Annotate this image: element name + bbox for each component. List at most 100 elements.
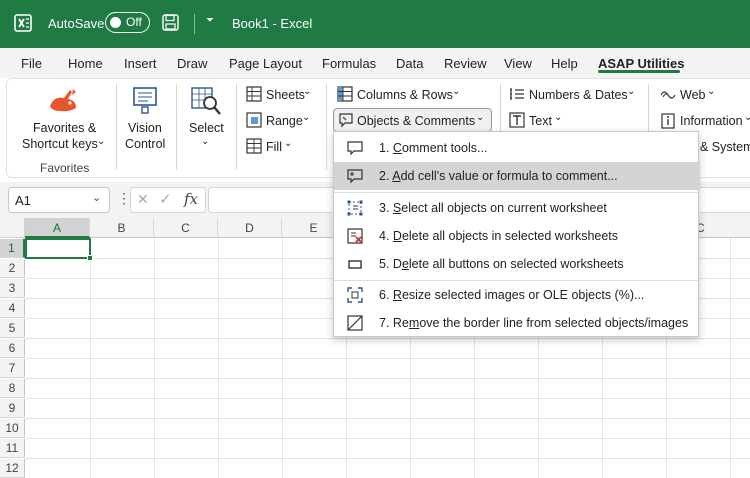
text-chevron-icon[interactable]: ⌄ — [554, 112, 562, 123]
menu-item-resize-images[interactable]: 6. Resize selected images or OLE objects… — [334, 281, 700, 309]
information-icon — [661, 113, 675, 129]
tab-review[interactable]: Review — [444, 56, 487, 71]
fill-chevron-icon[interactable]: ⌄ — [284, 138, 292, 149]
menu-item-remove-border-line[interactable]: 7. Remove the border line from selected … — [334, 309, 700, 337]
active-cell-a1[interactable] — [25, 238, 91, 259]
tab-file[interactable]: File — [21, 56, 42, 71]
column-header[interactable]: D — [218, 218, 282, 238]
ribbon-divider — [116, 84, 117, 170]
row-header[interactable]: 7 — [0, 359, 25, 378]
numbers-dates-button[interactable]: Numbers & Dates — [529, 88, 628, 102]
grid-line — [25, 398, 750, 399]
row-header[interactable]: 2 — [0, 259, 25, 278]
column-header[interactable]: A — [25, 218, 90, 238]
vision-control-label-line1[interactable]: Vision — [128, 121, 162, 135]
numbers-dates-icon — [510, 88, 524, 100]
select-chevron-icon[interactable]: ⌄ — [201, 136, 209, 147]
menu-item-label: 7. Remove the border line from selected … — [379, 316, 689, 330]
tab-help[interactable]: Help — [551, 56, 578, 71]
row-header[interactable]: 5 — [0, 319, 25, 338]
name-box-value: A1 — [15, 193, 31, 208]
vision-control-icon — [133, 87, 157, 114]
menu-separator — [334, 192, 700, 193]
row-header[interactable]: 10 — [0, 419, 25, 438]
favorites-chevron-icon[interactable]: ⌄ — [97, 136, 105, 147]
favorites-label-line2[interactable]: Shortcut keys — [22, 137, 98, 151]
information-chevron-icon[interactable]: ⌄ — [744, 112, 750, 123]
numbers-dates-chevron-icon[interactable]: ⌄ — [627, 86, 635, 97]
row-header[interactable]: 11 — [0, 439, 25, 458]
sheets-icon — [246, 86, 262, 102]
menu-item-delete-all-objects[interactable]: 4. Delete all objects in selected worksh… — [334, 222, 700, 250]
select-label[interactable]: Select — [189, 121, 224, 135]
tab-draw[interactable]: Draw — [177, 56, 207, 71]
select-all-corner[interactable] — [0, 218, 25, 238]
fill-handle[interactable] — [87, 255, 93, 261]
insert-function-icon[interactable]: fx — [184, 190, 198, 208]
range-chevron-icon[interactable]: ⌄ — [302, 112, 310, 123]
row-header[interactable]: 12 — [0, 459, 25, 478]
fill-button[interactable]: Fill — [266, 140, 282, 154]
web-button[interactable]: Web — [680, 88, 705, 102]
autosave-toggle[interactable]: Off — [105, 12, 150, 33]
name-box-chevron-icon[interactable]: ⌄ — [92, 191, 101, 204]
vision-control-label-line2[interactable]: Control — [125, 137, 165, 151]
row-header[interactable]: 6 — [0, 339, 25, 358]
menu-item-label: 6. Resize selected images or OLE objects… — [379, 288, 645, 302]
grid-line — [25, 418, 750, 419]
tab-home[interactable]: Home — [68, 56, 103, 71]
tab-data[interactable]: Data — [396, 56, 423, 71]
menu-item-add-value-to-comment[interactable]: 2. Add cell's value or formula to commen… — [334, 162, 700, 190]
enter-icon[interactable]: ✓ — [159, 190, 172, 208]
column-header[interactable]: B — [90, 218, 154, 238]
columns-rows-button[interactable]: Columns & Rows — [357, 88, 453, 102]
grid-line — [25, 438, 750, 439]
quick-access-dropdown-icon[interactable]: ⏷ — [206, 15, 214, 26]
row-header[interactable]: 4 — [0, 299, 25, 318]
ribbon-divider — [236, 84, 237, 170]
column-header[interactable]: C — [154, 218, 218, 238]
row-header[interactable]: 9 — [0, 399, 25, 418]
tab-insert[interactable]: Insert — [124, 56, 157, 71]
system-button[interactable]: & System — [700, 140, 750, 154]
rabbit-logo-icon — [50, 89, 76, 112]
save-icon[interactable] — [162, 14, 179, 31]
select-magnifier-icon — [191, 87, 221, 115]
row-header[interactable]: 1 — [0, 239, 25, 258]
cancel-icon[interactable]: ✕ — [137, 191, 149, 208]
button-icon — [348, 260, 362, 269]
menu-item-label: 1. Comment tools... — [379, 141, 488, 155]
sheets-chevron-icon[interactable]: ⌄ — [303, 86, 311, 97]
favorites-group-label: Favorites — [40, 161, 90, 175]
menu-item-label: 5. Delete all buttons on selected worksh… — [379, 257, 624, 271]
sheets-button[interactable]: Sheets — [266, 88, 305, 102]
favorites-label-line1[interactable]: Favorites & — [33, 121, 96, 135]
columns-rows-chevron-icon[interactable]: ⌄ — [452, 86, 460, 97]
information-button[interactable]: Information — [680, 114, 743, 128]
menu-item-comment-tools[interactable]: 1. Comment tools... — [334, 134, 700, 162]
row-header[interactable]: 3 — [0, 279, 25, 298]
grid-line — [25, 338, 750, 339]
comment-add-icon — [347, 169, 363, 184]
tab-asap-utilities[interactable]: ASAP Utilities — [598, 56, 684, 71]
text-button[interactable]: Text — [529, 114, 552, 128]
select-objects-icon — [347, 200, 363, 216]
grid-line — [25, 378, 750, 379]
web-chevron-icon[interactable]: ⌄ — [707, 86, 715, 97]
grid-line — [25, 458, 750, 459]
objects-comments-chevron-icon[interactable]: ⌄ — [476, 112, 484, 123]
range-button[interactable]: Range — [266, 114, 303, 128]
tab-page-layout[interactable]: Page Layout — [229, 56, 302, 71]
objects-comments-label[interactable]: Objects & Comments — [357, 114, 475, 128]
row-header[interactable]: 8 — [0, 379, 25, 398]
excel-logo-icon — [14, 14, 32, 32]
titlebar-divider — [194, 14, 195, 34]
tab-view[interactable]: View — [504, 56, 532, 71]
columns-rows-icon — [337, 86, 353, 102]
range-icon — [246, 112, 262, 128]
tab-formulas[interactable]: Formulas — [322, 56, 376, 71]
menu-item-select-all-objects[interactable]: 3. Select all objects on current workshe… — [334, 194, 700, 222]
formula-bar-grip-icon: ⋮ — [117, 190, 131, 206]
menu-item-delete-all-buttons[interactable]: 5. Delete all buttons on selected worksh… — [334, 250, 700, 278]
autosave-state: Off — [126, 15, 142, 29]
